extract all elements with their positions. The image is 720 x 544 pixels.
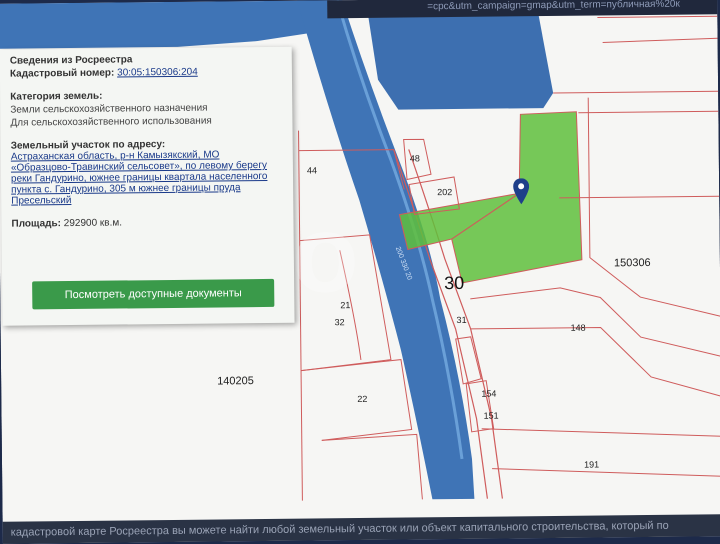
map-label-31: 31 bbox=[456, 314, 467, 325]
area-label: Площадь: bbox=[11, 218, 62, 230]
map-label-44: 44 bbox=[306, 165, 318, 176]
cadastral-row: Кадастровый номер: 30:05:150306:204 bbox=[10, 66, 282, 80]
map-label-32: 32 bbox=[334, 317, 345, 328]
map-label-140205: 140205 bbox=[217, 375, 254, 388]
bottom-text: кадастровой карте Росреестра вы можете н… bbox=[10, 519, 669, 539]
map-label-21: 21 bbox=[340, 300, 351, 311]
area-value: 292900 кв.м. bbox=[63, 217, 123, 230]
view-documents-button[interactable]: Посмотреть доступные документы bbox=[32, 278, 275, 310]
info-title: Сведения из Росреестра bbox=[9, 54, 133, 67]
location-pin-icon[interactable] bbox=[513, 178, 530, 205]
map-label-48: 48 bbox=[409, 153, 420, 164]
rosreestr-info-panel: Сведения из Росреестра Кадастровый номер… bbox=[0, 46, 295, 326]
map-label-154: 154 bbox=[481, 388, 497, 399]
area-row: Площадь: 292900 кв.м. bbox=[11, 216, 283, 230]
map-label-148: 148 bbox=[570, 322, 586, 333]
screen: 200 330 20 =cpc&utm_campaign=gmap&utm_te… bbox=[0, 0, 720, 544]
map-label-150306: 150306 bbox=[613, 256, 651, 270]
url-text: =cpc&utm_campaign=gmap&utm_term=публична… bbox=[427, 0, 680, 13]
map-label-202: 202 bbox=[437, 187, 453, 198]
map-label-191: 191 bbox=[583, 459, 600, 470]
address-line-5[interactable]: Пресельский bbox=[11, 193, 283, 207]
category-line-2: Для сельскохозяйственного использования bbox=[10, 115, 212, 129]
map-label-30: 30 bbox=[444, 272, 465, 294]
pond-top-right bbox=[367, 8, 554, 110]
category-line-1: Земли сельскохозяйственного назначения bbox=[10, 102, 208, 116]
cadastral-label: Кадастровый номер: bbox=[9, 67, 115, 80]
category-label: Категория земель: bbox=[10, 90, 103, 103]
map-label-151: 151 bbox=[483, 410, 499, 421]
map-label-22: 22 bbox=[357, 393, 368, 405]
cadastral-number-link[interactable]: 30:05:150306:204 bbox=[117, 67, 198, 79]
